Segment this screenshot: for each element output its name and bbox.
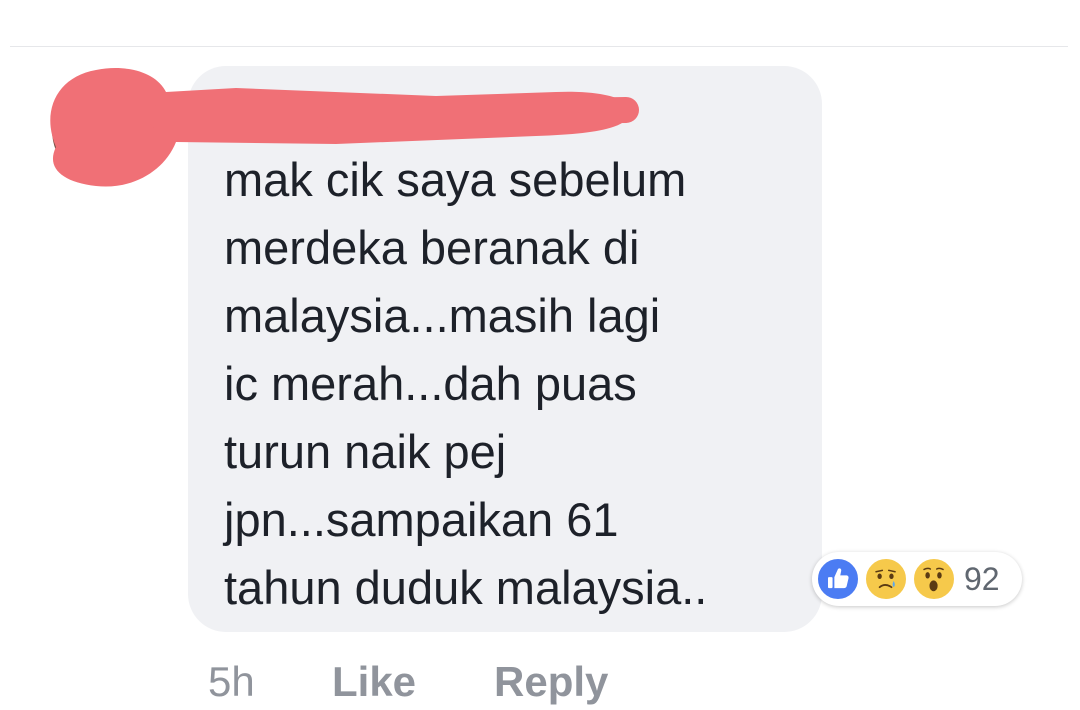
like-icon (816, 557, 860, 601)
top-divider (10, 46, 1068, 47)
comment-text: mak cik saya sebelum merdeka beranak di … (224, 146, 804, 622)
reaction-count: 92 (964, 561, 1000, 597)
wow-icon (912, 557, 956, 601)
comment-text-line: turun naik pej (224, 425, 507, 478)
comment-text-line: ic merah...dah puas (224, 357, 637, 410)
comment-text-line: malaysia...masih lagi (224, 289, 661, 342)
reply-button[interactable]: Reply (494, 658, 608, 706)
comment-text-line: merdeka beranak di (224, 221, 640, 274)
reactions-summary[interactable]: 92 (812, 552, 1022, 606)
sad-icon (864, 557, 908, 601)
comment-timestamp[interactable]: 5h (208, 658, 255, 706)
like-button[interactable]: Like (332, 658, 416, 706)
comment-text-line: tahun duduk malaysia.. (224, 561, 708, 614)
redaction-scribble (50, 68, 639, 187)
comment-text-line: jpn...sampaikan 61 (224, 493, 619, 546)
